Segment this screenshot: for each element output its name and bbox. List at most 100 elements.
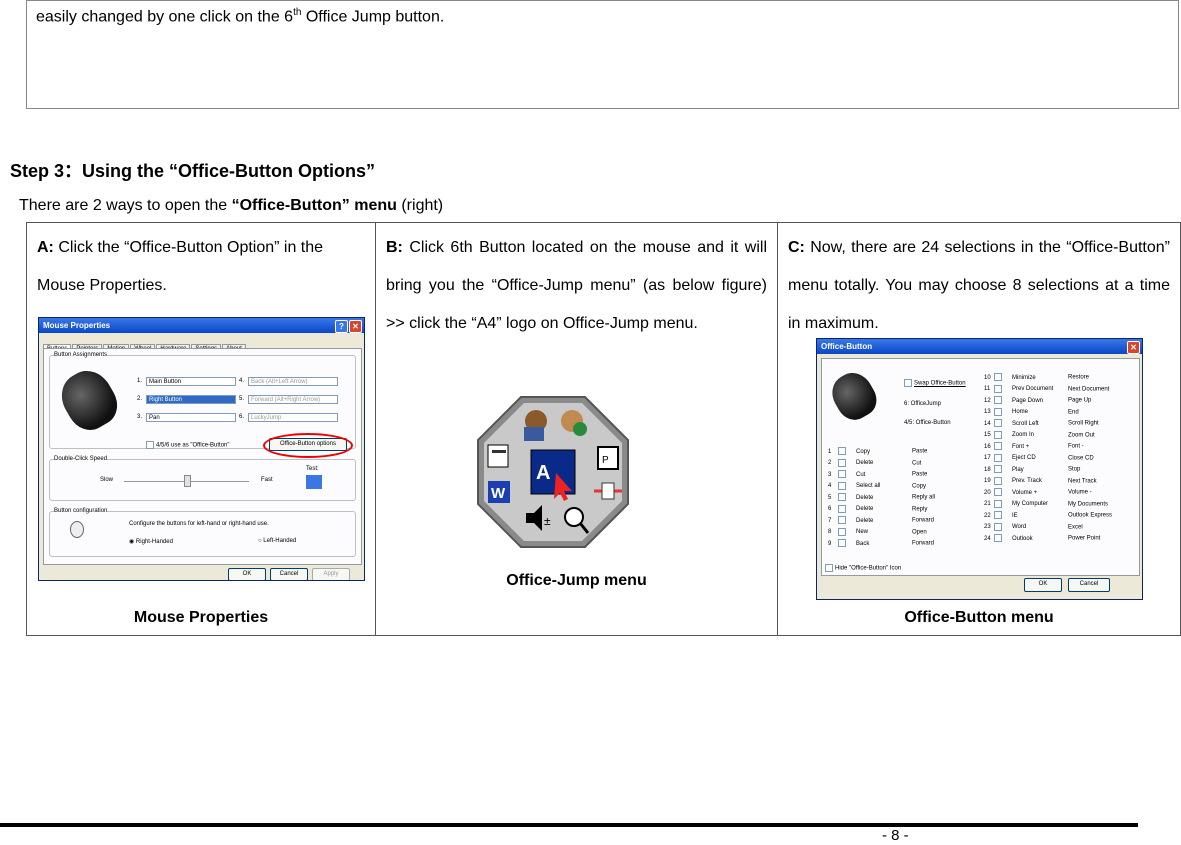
selection-row[interactable]: 18 Play Stop <box>984 465 1080 473</box>
selection-row[interactable]: 6 Delete Reply <box>828 504 927 513</box>
group-title-config: Button configuration <box>54 508 108 514</box>
selection-checkbox[interactable] <box>994 488 1002 496</box>
selection-checkbox[interactable] <box>994 430 1002 439</box>
office-ok-button[interactable]: OK <box>1024 578 1062 592</box>
selection-row[interactable]: 2 Delete Cut <box>828 458 922 467</box>
assign-select[interactable]: Back (Alt+Left Arrow) <box>248 377 338 386</box>
word-icon[interactable]: W <box>488 481 510 503</box>
selection-row[interactable]: 17 Eject CD Close CD <box>984 453 1094 462</box>
assign-select[interactable]: LuckyJump <box>248 413 338 422</box>
selection-action-a: Volume + <box>1012 489 1038 496</box>
selection-checkbox[interactable] <box>994 453 1002 462</box>
selection-row[interactable]: 22 IE Outlook Express <box>984 511 1112 519</box>
selection-checkbox[interactable] <box>838 527 846 536</box>
assign-select[interactable]: Forward (Alt+Right Arrow) <box>248 395 338 404</box>
column-c-text: Now, there are 24 selections in the “Off… <box>788 239 1170 332</box>
selection-row[interactable]: 19 Prev. Track Next Track <box>984 476 1097 485</box>
selection-checkbox[interactable] <box>994 373 1002 381</box>
selection-checkbox[interactable] <box>838 493 846 501</box>
selection-checkbox[interactable] <box>994 442 1002 450</box>
selection-action-b: Copy <box>912 483 927 490</box>
selection-row[interactable]: 8 New Open <box>828 527 927 536</box>
office-close-icon[interactable]: ✕ <box>1127 341 1140 354</box>
a4-logo-icon[interactable]: A <box>530 449 576 501</box>
assign-number: 1. <box>137 378 143 384</box>
left-handed-radio[interactable]: ○ Left-Handed <box>258 538 296 544</box>
selection-number: 22 <box>984 512 991 519</box>
cancel-button[interactable]: Cancel <box>270 568 308 580</box>
selection-checkbox[interactable] <box>994 465 1002 473</box>
selection-row[interactable]: 14 Scroll Left Scroll Right <box>984 419 1099 427</box>
selection-row[interactable]: 9 Back Forward <box>828 539 934 547</box>
selection-checkbox[interactable] <box>994 396 1002 404</box>
page-icon[interactable]: P <box>597 446 619 470</box>
selection-row[interactable]: 10 Minimize Restore <box>984 373 1089 381</box>
selection-action-a: Word <box>1012 524 1027 531</box>
selection-action-b: Font - <box>1068 443 1084 450</box>
selection-row[interactable]: 20 Volume + Volume - <box>984 488 1092 496</box>
selection-checkbox[interactable] <box>838 516 846 524</box>
assign-select[interactable]: Pan <box>146 413 236 422</box>
selection-action-b: Cut <box>912 460 922 467</box>
selection-checkbox[interactable] <box>994 511 1002 519</box>
selection-checkbox[interactable] <box>994 499 1002 508</box>
selection-action-a: Delete <box>856 517 874 524</box>
help-icon[interactable]: ? <box>335 320 348 333</box>
selection-row[interactable]: 13 Home End <box>984 407 1079 416</box>
label-45: 4/5: Office-Button <box>904 420 951 426</box>
speed-slider-thumb[interactable] <box>184 475 191 487</box>
selection-checkbox[interactable] <box>994 522 1002 531</box>
test-folder-icon[interactable] <box>306 475 322 489</box>
selection-row[interactable]: 12 Page Down Page Up <box>984 396 1091 404</box>
selection-checkbox[interactable] <box>994 384 1002 393</box>
selection-row[interactable]: 16 Font + Font - <box>984 442 1084 450</box>
selection-action-b: Restore <box>1068 374 1090 381</box>
selection-checkbox[interactable] <box>994 407 1002 416</box>
selection-action-b: Zoom Out <box>1068 432 1095 439</box>
right-handed-radio[interactable]: ◉ Right-Handed <box>129 538 173 545</box>
caption-mouse-properties: Mouse Properties <box>133 609 269 626</box>
selection-checkbox[interactable] <box>838 504 846 513</box>
selection-action-b: Reply all <box>912 494 936 501</box>
selection-action-b: Forward <box>912 517 935 524</box>
selection-row[interactable]: 1 Copy Paste <box>828 447 927 455</box>
selection-row[interactable]: 24 Outlook Power Point <box>984 534 1100 542</box>
selection-checkbox[interactable] <box>838 470 846 478</box>
assign-select[interactable]: Main Button <box>146 377 236 386</box>
selection-checkbox[interactable] <box>994 476 1002 485</box>
office-window-titlebar: Office-Button ✕ <box>817 339 1142 354</box>
close-icon[interactable]: ✕ <box>349 320 362 333</box>
swap-checkbox[interactable]: Swap Office-Button <box>904 379 966 387</box>
copy-icon[interactable] <box>487 444 509 468</box>
intro-bold: “Office-Button” menu <box>231 197 397 214</box>
selection-action-a: Copy <box>856 448 871 455</box>
selection-row[interactable]: 7 Delete Forward <box>828 516 934 524</box>
hide-icon-checkbox[interactable]: Hide "Office-Button" Icon <box>825 564 901 572</box>
office-checkbox[interactable]: 4/5/6 use as "Office-Button" <box>146 441 230 449</box>
selection-row[interactable]: 3 Cut Paste <box>828 470 927 478</box>
swap-label: Swap Office-Button <box>914 380 966 387</box>
button-config-group <box>49 511 356 557</box>
people-icon[interactable] <box>524 410 547 441</box>
selection-row[interactable]: 4 Select all Copy <box>828 481 927 490</box>
selection-row[interactable]: 23 Word Excel <box>984 522 1083 531</box>
selection-checkbox[interactable] <box>838 539 846 547</box>
selection-checkbox[interactable] <box>838 447 846 455</box>
group-title-speed: Double-Click Speed <box>54 456 108 462</box>
selection-row[interactable]: 21 My Computer My Documents <box>984 499 1108 508</box>
selection-row[interactable]: 5 Delete Reply all <box>828 493 935 501</box>
office-cancel-button[interactable]: Cancel <box>1068 578 1110 592</box>
left-handed-label: Left-Handed <box>263 538 297 544</box>
selection-checkbox[interactable] <box>838 481 846 490</box>
selection-row[interactable]: 11 Prev Document Next Document <box>984 384 1109 393</box>
selection-action-b: End <box>1068 409 1079 416</box>
apply-button[interactable]: Apply <box>312 568 350 580</box>
ok-button[interactable]: OK <box>228 568 266 580</box>
selection-action-a: Page Down <box>1012 397 1044 404</box>
selection-row[interactable]: 15 Zoom In Zoom Out <box>984 430 1095 439</box>
selection-action-a: Zoom In <box>1012 432 1035 439</box>
selection-checkbox[interactable] <box>994 419 1002 427</box>
assign-select[interactable]: Right Button <box>146 395 236 404</box>
selection-checkbox[interactable] <box>838 458 846 467</box>
selection-checkbox[interactable] <box>994 534 1002 542</box>
